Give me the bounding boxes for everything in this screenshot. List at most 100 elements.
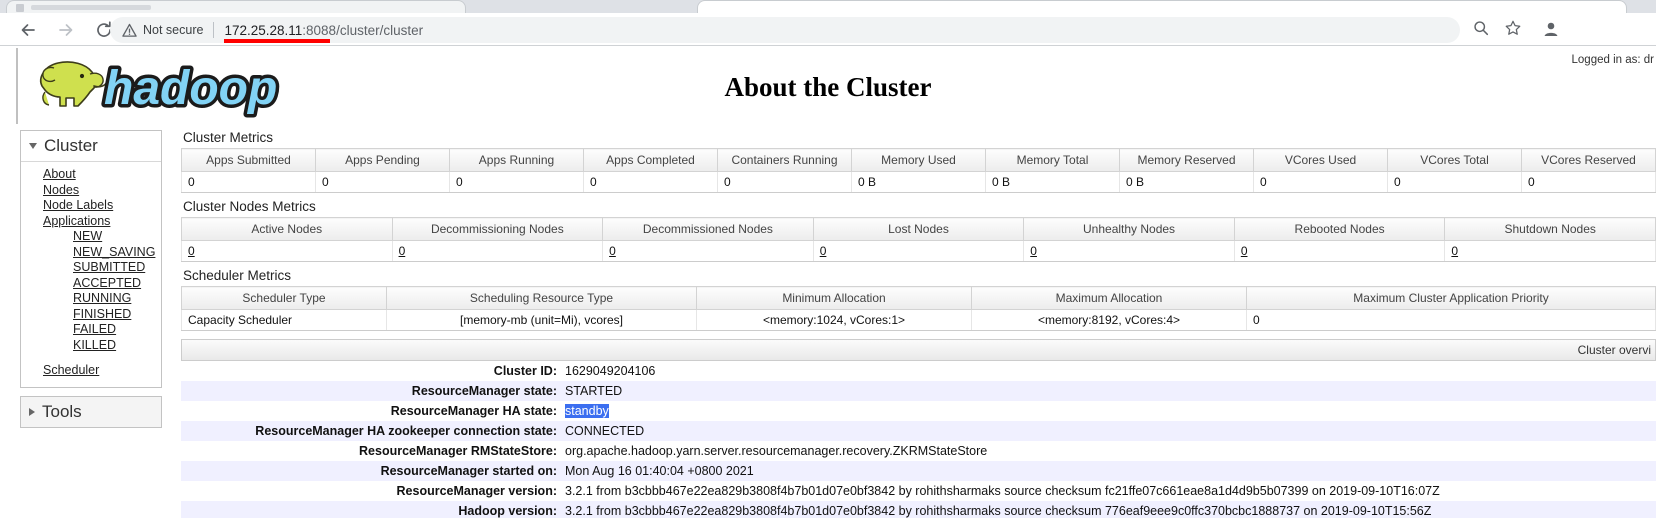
page-title: About the Cluster [724,72,932,102]
table-header-row: Apps Submitted Apps Pending Apps Running… [181,148,1656,172]
back-button[interactable] [14,16,42,44]
decommissioned-nodes-link[interactable]: 0 [609,244,616,258]
sidebar-item-about[interactable]: About [21,167,161,183]
scheduler-metrics-title: Scheduler Metrics [183,268,292,283]
cell-rebooted-nodes[interactable]: 0 [1233,240,1446,262]
cell-lost-nodes[interactable]: 0 [812,240,1025,262]
selected-text-highlight: standby [565,404,609,418]
cluster-overview-bar: Cluster overvi [181,339,1656,361]
row-value-zookeeper-state: CONNECTED [561,421,1656,441]
sidebar-item-app-killed[interactable]: KILLED [21,338,161,354]
table-row: ResourceManager state: STARTED [181,381,1656,401]
cell-active-nodes[interactable]: 0 [181,240,393,262]
browser-toolbar: Not secure 172.25.28.11 :8088/cluster/cl… [0,13,1656,46]
sidebar-item-node-labels[interactable]: Node Labels [21,198,161,214]
column-header: Active Nodes [181,217,393,241]
cell-unhealthy-nodes[interactable]: 0 [1023,240,1235,262]
table-row: ResourceManager HA zookeeper connection … [181,421,1656,441]
cell-scheduler-type: Capacity Scheduler [181,309,387,331]
sidebar-item-scheduler[interactable]: Scheduler [21,363,161,379]
sidebar-item-app-submitted[interactable]: SUBMITTED [21,260,161,276]
row-label-rm-state: ResourceManager state: [181,381,561,401]
page-content: hadoop hadoop About the Cluster Logged i… [0,46,1656,518]
sidebar-item-app-new-saving[interactable]: NEW_SAVING [21,245,161,261]
sidebar-item-app-accepted[interactable]: ACCEPTED [21,276,161,292]
sidebar-item-applications[interactable]: Applications [21,214,161,230]
column-header: Memory Reserved [1119,148,1254,172]
url-red-underline-annotation [224,38,331,43]
rebooted-nodes-link[interactable]: 0 [1241,244,1248,258]
column-header: Apps Pending [315,148,450,172]
cell-decommissioned-nodes[interactable]: 0 [602,240,814,262]
url-path: :8088/cluster/cluster [302,22,424,38]
table-row: ResourceManager RMStateStore: org.apache… [181,441,1656,461]
active-nodes-link[interactable]: 0 [188,244,195,258]
chevron-right-icon [29,407,35,416]
scheduler-metrics-table: Scheduler Type Scheduling Resource Type … [181,286,1656,331]
zoom-indicator-button[interactable] [1472,19,1490,37]
table-row: Capacity Scheduler [memory-mb (unit=Mi),… [181,309,1656,331]
sidebar-cluster-body: About Nodes Node Labels Applications NEW… [21,162,161,387]
column-header: Maximum Cluster Application Priority [1246,286,1656,310]
sidebar-cluster-panel: Cluster About Nodes Node Labels Applicat… [20,130,162,388]
table-row: ResourceManager version: 3.2.1 from b3cb… [181,481,1656,501]
tab-title-placeholder [31,5,151,10]
table-header-row: Active Nodes Decommissioning Nodes Decom… [181,217,1656,241]
security-status[interactable]: Not secure [122,23,203,38]
profile-avatar-icon [1544,22,1558,36]
column-header: Apps Running [449,148,584,172]
sidebar-tools-panel: Tools [20,395,162,428]
bookmark-button[interactable] [1504,19,1522,37]
unhealthy-nodes-link[interactable]: 0 [1030,244,1037,258]
forward-button[interactable] [52,16,80,44]
table-row: Cluster ID: 1629049204106 [181,361,1656,381]
cell-apps-running: 0 [449,171,584,193]
cluster-nodes-metrics-table: Active Nodes Decommissioning Nodes Decom… [181,217,1656,262]
browser-tab-active[interactable] [697,0,1627,13]
sidebar-item-app-new[interactable]: NEW [21,229,161,245]
sidebar-item-nodes[interactable]: Nodes [21,183,161,199]
cluster-overview-caption: Cluster overvi [1577,343,1651,357]
browser-tab-inactive[interactable] [6,0,466,13]
warning-triangle-icon [122,23,137,37]
decommissioning-nodes-link[interactable]: 0 [399,244,406,258]
cell-memory-used: 0 B [851,171,986,193]
sidebar-cluster-header[interactable]: Cluster [21,131,161,162]
sidebar-tools-header[interactable]: Tools [21,396,161,427]
column-header: Scheduling Resource Type [386,286,697,310]
sidebar-item-app-failed[interactable]: FAILED [21,322,161,338]
address-bar[interactable]: Not secure 172.25.28.11 :8088/cluster/cl… [110,17,1460,43]
lost-nodes-link[interactable]: 0 [820,244,827,258]
row-value-rm-started-on: Mon Aug 16 01:40:04 +0800 2021 [561,461,1656,481]
profile-button[interactable] [1541,19,1561,39]
cell-shutdown-nodes[interactable]: 0 [1444,240,1656,262]
sidebar-item-app-finished[interactable]: FINISHED [21,307,161,323]
shutdown-nodes-link[interactable]: 0 [1451,244,1458,258]
row-label-rm-started-on: ResourceManager started on: [181,461,561,481]
row-value-rm-ha-state: standby [561,401,1656,421]
tab-favicon-icon [16,4,24,12]
table-row: Hadoop version: 3.2.1 from b3cbbb467e22e… [181,501,1656,518]
cell-maximum-allocation: <memory:8192, vCores:4> [971,309,1247,331]
main-content: Cluster Metrics Apps Submitted Apps Pend… [181,130,1656,518]
column-header: Minimum Allocation [696,286,972,310]
column-header: Containers Running [717,148,852,172]
browser-tabstrip [0,0,1656,13]
row-value-rmstatestore: org.apache.hadoop.yarn.server.resourcema… [561,441,1656,461]
cell-vcores-total: 0 [1387,171,1522,193]
cell-decommissioning-nodes[interactable]: 0 [391,240,604,262]
url-display[interactable]: 172.25.28.11 :8088/cluster/cluster [224,22,424,43]
column-header: Memory Total [985,148,1120,172]
row-value-rm-version: 3.2.1 from b3cbbb467e22ea829b3808f4b7b01… [561,481,1656,501]
cell-max-cluster-app-priority: 0 [1246,309,1656,331]
column-header: Apps Submitted [181,148,316,172]
cluster-overview-section: Cluster overvi Cluster ID: 1629049204106… [181,339,1656,518]
sidebar-cluster-title: Cluster [44,136,98,155]
url-host: 172.25.28.11 [224,22,303,38]
table-row: 0 0 0 0 0 0 0 [181,240,1656,262]
column-header: Decommissioned Nodes [602,217,814,241]
sidebar-item-app-running[interactable]: RUNNING [21,291,161,307]
column-header: VCores Used [1253,148,1388,172]
bookmark-star-icon [1505,20,1521,35]
